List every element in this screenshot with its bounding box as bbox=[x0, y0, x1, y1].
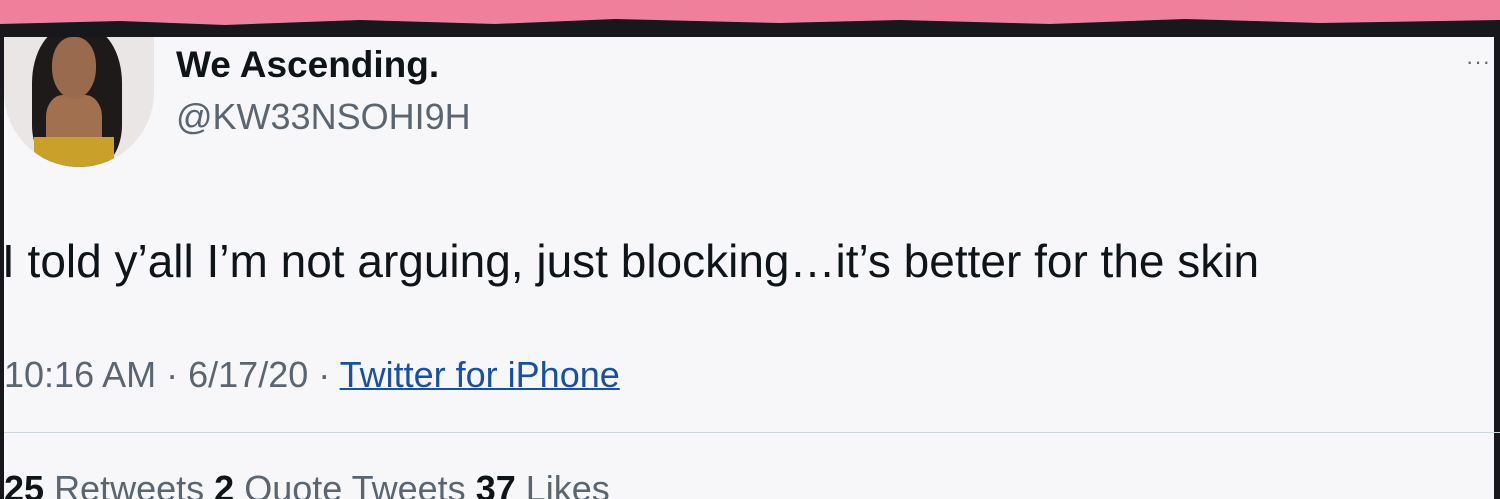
tweet-text: I told y’all I’m not arguing, just block… bbox=[2, 235, 1260, 287]
pink-border bbox=[0, 0, 1500, 22]
retweets-count: 25 bbox=[4, 468, 45, 499]
meta-separator: · bbox=[318, 354, 331, 395]
tweet-time[interactable]: 10:16 AM bbox=[4, 354, 156, 395]
meta-separator: · bbox=[166, 354, 179, 395]
tweet-meta: 10:16 AM · 6/17/20 · Twitter for iPhone bbox=[4, 354, 620, 396]
retweets-label: Retweets bbox=[54, 468, 205, 499]
tweet-date[interactable]: 6/17/20 bbox=[188, 354, 308, 395]
tweet-stats: 25 Retweets 2 Quote Tweets 37 Likes bbox=[4, 468, 610, 499]
retweets-stat[interactable]: 25 Retweets bbox=[4, 468, 204, 499]
user-handle[interactable]: @KW33NSOHI9H bbox=[176, 96, 471, 138]
quote-tweets-stat[interactable]: 2 Quote Tweets bbox=[214, 468, 466, 499]
more-horizontal-icon[interactable]: ··· bbox=[1466, 51, 1491, 73]
quote-tweets-count: 2 bbox=[214, 468, 235, 499]
likes-stat[interactable]: 37 Likes bbox=[476, 468, 610, 499]
likes-count: 37 bbox=[475, 468, 516, 499]
divider bbox=[4, 432, 1500, 433]
quote-tweets-label: Quote Tweets bbox=[244, 468, 466, 499]
tweet-source-link[interactable]: Twitter for iPhone bbox=[340, 354, 620, 395]
likes-label: Likes bbox=[525, 468, 610, 499]
display-name[interactable]: We Ascending. bbox=[176, 44, 439, 86]
